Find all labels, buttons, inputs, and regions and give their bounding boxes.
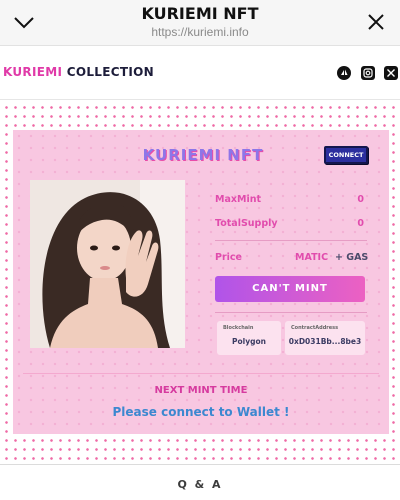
close-icon[interactable] [364, 10, 388, 34]
logo-kuriemi: KURIEMI [3, 65, 63, 79]
wallet-message: Please connect to Wallet ! [112, 405, 290, 419]
connect-button[interactable]: CONNECT [324, 146, 368, 164]
price-label: Price [215, 252, 242, 263]
opensea-icon[interactable] [337, 66, 351, 80]
bottom-bar: Q & A [0, 464, 400, 500]
contract-value[interactable]: 0xD031Bb...8be3 [285, 337, 365, 346]
blockchain-box: Blockchain Polygon [217, 321, 281, 355]
mint-card: KURIEMI NFT CONNECT MaxMint 0 TotalSuppl… [13, 130, 389, 434]
mint-button[interactable]: CAN'T MINT [215, 276, 365, 302]
x-icon[interactable] [384, 66, 398, 80]
max-mint-value: 0 [357, 194, 364, 205]
qa-link[interactable]: Q & A [0, 478, 400, 491]
blockchain-label: Blockchain [223, 325, 254, 331]
page-title: KURIEMI NFT [141, 4, 259, 23]
divider [23, 373, 379, 374]
instagram-icon[interactable] [361, 66, 375, 80]
browser-toolbar: KURIEMI NFT https://kuriemi.info [0, 0, 400, 46]
contract-label: ContractAddress [291, 325, 339, 331]
site-logo[interactable]: KURIEMI COLLECTION [3, 65, 154, 79]
total-supply-label: TotalSupply [215, 218, 278, 229]
nft-photo [30, 180, 185, 348]
site-header: KURIEMI COLLECTION [0, 46, 400, 100]
card-title: KURIEMI NFT [142, 146, 264, 164]
contract-box: ContractAddress 0xD031Bb...8be3 [285, 321, 365, 355]
logo-collection: COLLECTION [62, 65, 154, 79]
price-gas: + GAS [335, 252, 369, 263]
max-mint-label: MaxMint [215, 194, 262, 205]
next-mint-label: NEXT MINT TIME [154, 385, 248, 396]
blockchain-value: Polygon [232, 337, 266, 346]
divider [215, 240, 367, 241]
price-currency: MATIC [295, 252, 329, 263]
total-supply-value: 0 [357, 218, 364, 229]
url-text: https://kuriemi.info [151, 25, 249, 39]
divider [215, 312, 367, 313]
